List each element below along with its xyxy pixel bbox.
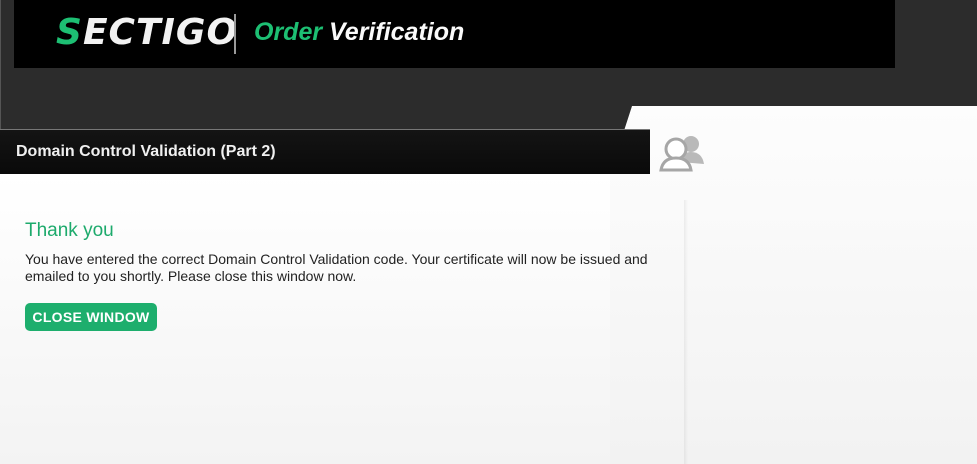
section-tab-bar: Domain Control Validation (Part 2) — [0, 129, 650, 174]
panel-divider — [684, 200, 688, 464]
title-verification: Verification — [329, 18, 465, 46]
close-window-button[interactable]: CLOSE WINDOW — [25, 303, 157, 331]
section-title: Domain Control Validation (Part 2) — [16, 143, 276, 160]
page-title: Order Verification — [254, 18, 464, 47]
title-order: Order — [254, 18, 323, 46]
header-bar: SECTIGO Order Verification — [14, 0, 895, 68]
header-divider — [234, 14, 236, 54]
thank-you-heading: Thank you — [25, 220, 114, 241]
sectigo-logo: SECTIGO — [56, 12, 238, 53]
frame-edge — [0, 0, 1, 130]
confirmation-message: You have entered the correct Domain Cont… — [25, 251, 648, 284]
logo-letter-s: S — [56, 12, 83, 53]
users-icon — [659, 136, 704, 172]
logo-text: ECTIGO — [82, 12, 239, 53]
